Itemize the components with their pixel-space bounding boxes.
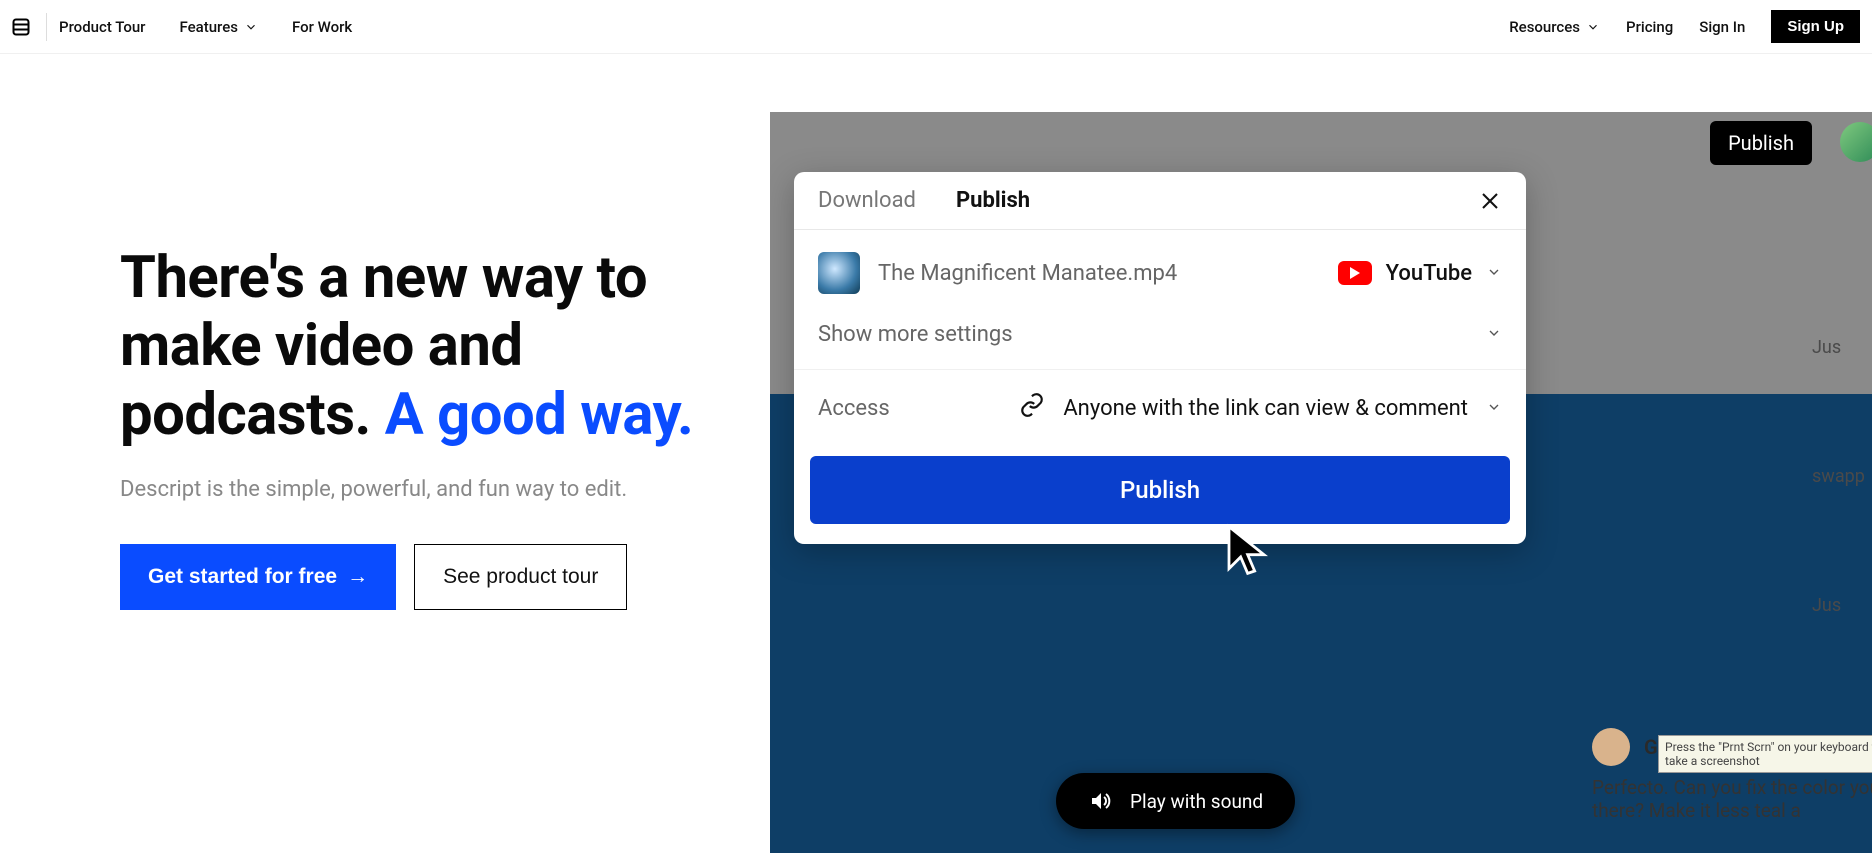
see-product-tour-button[interactable]: See product tour — [414, 544, 627, 610]
nav-sign-in[interactable]: Sign In — [1699, 18, 1745, 36]
chevron-down-icon — [1486, 322, 1502, 347]
destination-selector[interactable]: YouTube — [1338, 261, 1502, 286]
screenshot-tooltip: Press the "Prnt Scrn" on your keyboard t… — [1658, 735, 1872, 773]
chevron-down-icon — [1586, 20, 1600, 34]
comment-text: Perfecto. Can you fix the color you're t… — [1592, 776, 1872, 824]
dialog-tabs: Download Publish — [794, 172, 1526, 230]
hero-subtitle: Descript is the simple, powerful, and fu… — [120, 477, 770, 502]
nav-features[interactable]: Features — [179, 18, 257, 36]
side-text: swapp — [1812, 466, 1872, 487]
play-with-sound-button[interactable]: Play with sound — [1056, 773, 1295, 829]
app-preview: Publish Jus swapp Jus Download Publish T… — [770, 112, 1872, 853]
link-icon — [1019, 392, 1045, 424]
youtube-icon — [1338, 261, 1372, 285]
filename-label: The Magnificent Manatee.mp4 — [878, 261, 1320, 286]
hero-title-line3-plain: podcasts. — [120, 381, 385, 449]
access-row: Access Anyone with the link can view & c… — [794, 369, 1526, 446]
nav-left-group: Product Tour Features For Work — [59, 18, 352, 36]
get-started-button[interactable]: Get started for free → — [120, 544, 396, 610]
top-navbar: Product Tour Features For Work Resources… — [0, 0, 1872, 54]
nav-features-label: Features — [179, 18, 237, 36]
cta-primary-label: Get started for free — [148, 565, 337, 589]
app-top-publish-button[interactable]: Publish — [1710, 121, 1812, 165]
sound-pill-label: Play with sound — [1130, 790, 1263, 813]
access-label: Access — [818, 396, 890, 421]
avatar — [1592, 728, 1630, 766]
cursor-icon — [1222, 522, 1278, 578]
arrow-right-icon: → — [347, 565, 368, 589]
side-text: Jus — [1812, 595, 1872, 616]
brand-logo[interactable] — [8, 14, 34, 40]
chevron-down-icon — [1486, 261, 1502, 286]
nav-resources[interactable]: Resources — [1509, 18, 1600, 36]
side-time-labels: Jus swapp Jus — [1812, 337, 1872, 616]
chevron-down-icon — [1486, 396, 1502, 421]
access-value: Anyone with the link can view & comment — [1063, 396, 1468, 421]
access-selector[interactable]: Anyone with the link can view & comment — [1019, 392, 1502, 424]
hero-title-line2: make video and — [120, 312, 522, 380]
side-text: Jus — [1812, 337, 1872, 358]
destination-label: YouTube — [1386, 261, 1472, 286]
hero-cta-group: Get started for free → See product tour — [120, 544, 770, 610]
avatar[interactable] — [1840, 122, 1872, 162]
hero-title-line1: There's a new way to — [120, 244, 647, 312]
chevron-down-icon — [244, 20, 258, 34]
publish-button[interactable]: Publish — [810, 456, 1510, 524]
nav-divider — [46, 13, 47, 41]
tab-publish[interactable]: Publish — [956, 188, 1030, 213]
speaker-icon — [1088, 789, 1112, 813]
file-row: The Magnificent Manatee.mp4 YouTube — [794, 230, 1526, 316]
publish-dialog: Download Publish The Magnificent Manatee… — [794, 172, 1526, 544]
nav-pricing[interactable]: Pricing — [1626, 18, 1673, 36]
hero-section: There's a new way to make video and podc… — [0, 54, 1872, 610]
video-thumbnail — [818, 252, 860, 294]
nav-right-group: Resources Pricing Sign In Sign Up — [1509, 10, 1860, 43]
nav-resources-label: Resources — [1509, 18, 1580, 36]
close-icon[interactable] — [1478, 189, 1502, 213]
hero-title-accent: A good way. — [385, 381, 694, 449]
nav-for-work[interactable]: For Work — [292, 18, 352, 36]
nav-product-tour[interactable]: Product Tour — [59, 18, 145, 36]
hero-copy: There's a new way to make video and podc… — [0, 112, 770, 610]
tab-download[interactable]: Download — [818, 188, 916, 213]
settings-label: Show more settings — [818, 322, 1013, 347]
hero-title: There's a new way to make video and podc… — [120, 244, 770, 449]
sign-up-button[interactable]: Sign Up — [1771, 10, 1860, 43]
show-more-settings[interactable]: Show more settings — [794, 316, 1526, 369]
